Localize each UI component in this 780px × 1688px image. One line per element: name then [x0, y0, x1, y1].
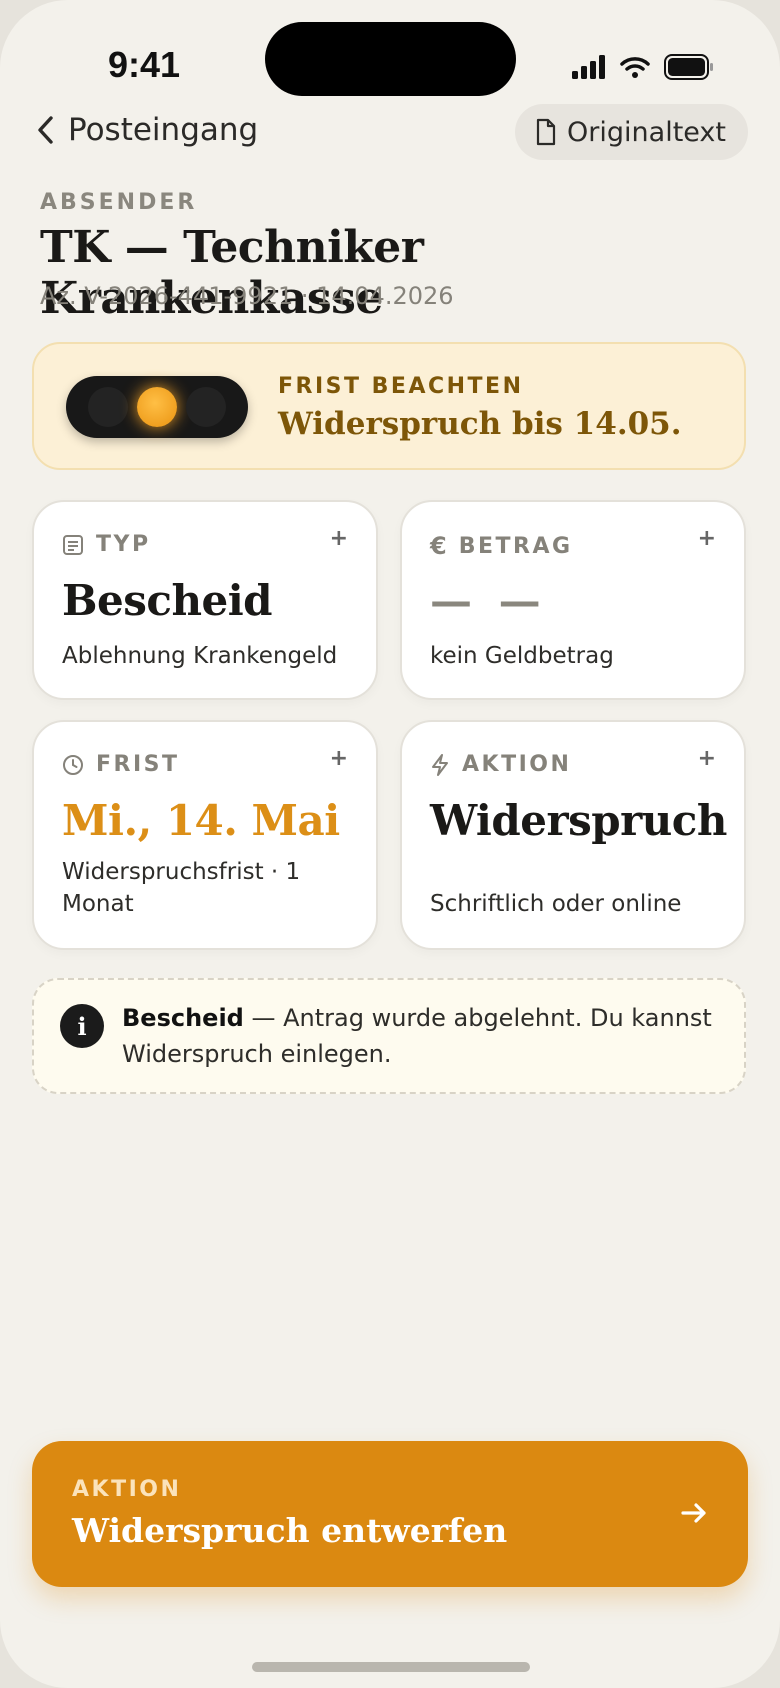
- card-betrag[interactable]: € BETRAG + — — kein Geldbetrag: [400, 500, 746, 700]
- alert-text: Widerspruch bis 14.05.: [278, 406, 682, 442]
- card-aktion-label: AKTION: [462, 752, 572, 777]
- card-betrag-expand-icon[interactable]: +: [698, 526, 716, 551]
- card-typ[interactable]: TYP + Bescheid Ablehnung Krankengeld: [32, 500, 378, 700]
- original-text-button[interactable]: Originaltext: [515, 104, 748, 160]
- document-icon: [63, 534, 83, 555]
- arrow-right-icon: [681, 1503, 706, 1523]
- file-icon: [536, 118, 556, 146]
- card-frist-label: FRIST: [96, 752, 180, 777]
- reference-meta: Az. V-2026-441-9921 · 14.04.2026: [40, 282, 454, 310]
- info-text: Bescheid — Antrag wurde abgelehnt. Du ka…: [122, 1000, 722, 1072]
- lightning-icon: [432, 753, 448, 776]
- card-typ-sub: Ablehnung Krankengeld: [62, 643, 338, 669]
- info-strong: Bescheid: [122, 1004, 244, 1032]
- back-label: Posteingang: [68, 112, 259, 148]
- original-text-label: Originaltext: [567, 116, 726, 148]
- card-betrag-sub: kein Geldbetrag: [430, 643, 614, 669]
- clock-icon: [63, 754, 83, 775]
- draft-objection-button[interactable]: AKTION Widerspruch entwerfen: [32, 1441, 748, 1587]
- deadline-alert: FRIST BEACHTEN Widerspruch bis 14.05.: [32, 342, 746, 470]
- card-aktion-sub: Schriftlich oder online: [430, 891, 682, 917]
- card-typ-label: TYP: [96, 532, 151, 557]
- card-typ-header: TYP: [62, 532, 151, 557]
- chevron-left-icon: [38, 116, 53, 144]
- traffic-light-icon: [66, 376, 248, 438]
- card-aktion[interactable]: AKTION + Widerspruch Schriftlich oder on…: [400, 720, 746, 950]
- euro-icon: €: [430, 532, 447, 560]
- home-indicator[interactable]: [252, 1662, 530, 1672]
- card-aktion-value: Widerspruch: [430, 796, 727, 845]
- status-icons: [572, 50, 714, 84]
- card-frist-expand-icon[interactable]: +: [330, 746, 348, 771]
- traffic-light-red: [88, 387, 128, 427]
- card-typ-expand-icon[interactable]: +: [330, 526, 348, 551]
- top-navigation: Posteingang Originaltext: [0, 104, 780, 162]
- card-betrag-value: — —: [430, 576, 547, 625]
- card-aktion-header: AKTION: [430, 752, 571, 777]
- card-betrag-header: € BETRAG: [430, 532, 573, 560]
- traffic-light-green: [186, 387, 226, 427]
- card-aktion-expand-icon[interactable]: +: [698, 746, 716, 771]
- card-frist-sub: Widerspruchsfrist · 1 Monat: [62, 859, 301, 917]
- dynamic-island: [265, 22, 516, 96]
- card-typ-value: Bescheid: [62, 576, 273, 625]
- cta-label: AKTION: [72, 1477, 182, 1502]
- back-button[interactable]: Posteingang: [36, 112, 258, 148]
- phone-screen: 9:41 Posteingang Originaltext ABSENDER T…: [0, 0, 780, 1688]
- card-frist[interactable]: FRIST + Mi., 14. Mai Widerspruchsfrist ·…: [32, 720, 378, 950]
- card-betrag-label: BETRAG: [458, 533, 573, 559]
- alert-label: FRIST BEACHTEN: [278, 374, 524, 399]
- card-frist-value: Mi., 14. Mai: [62, 796, 340, 845]
- info-icon: i: [60, 1004, 104, 1048]
- traffic-light-amber: [137, 387, 177, 427]
- wifi-icon: [620, 57, 650, 78]
- status-time: 9:41: [108, 44, 181, 85]
- info-note: i Bescheid — Antrag wurde abgelehnt. Du …: [32, 978, 746, 1094]
- cta-text: Widerspruch entwerfen: [72, 1511, 508, 1550]
- battery-icon: [664, 54, 713, 80]
- card-frist-header: FRIST: [62, 752, 180, 777]
- signal-icon: [572, 55, 605, 79]
- sender-eyebrow: ABSENDER: [40, 190, 198, 215]
